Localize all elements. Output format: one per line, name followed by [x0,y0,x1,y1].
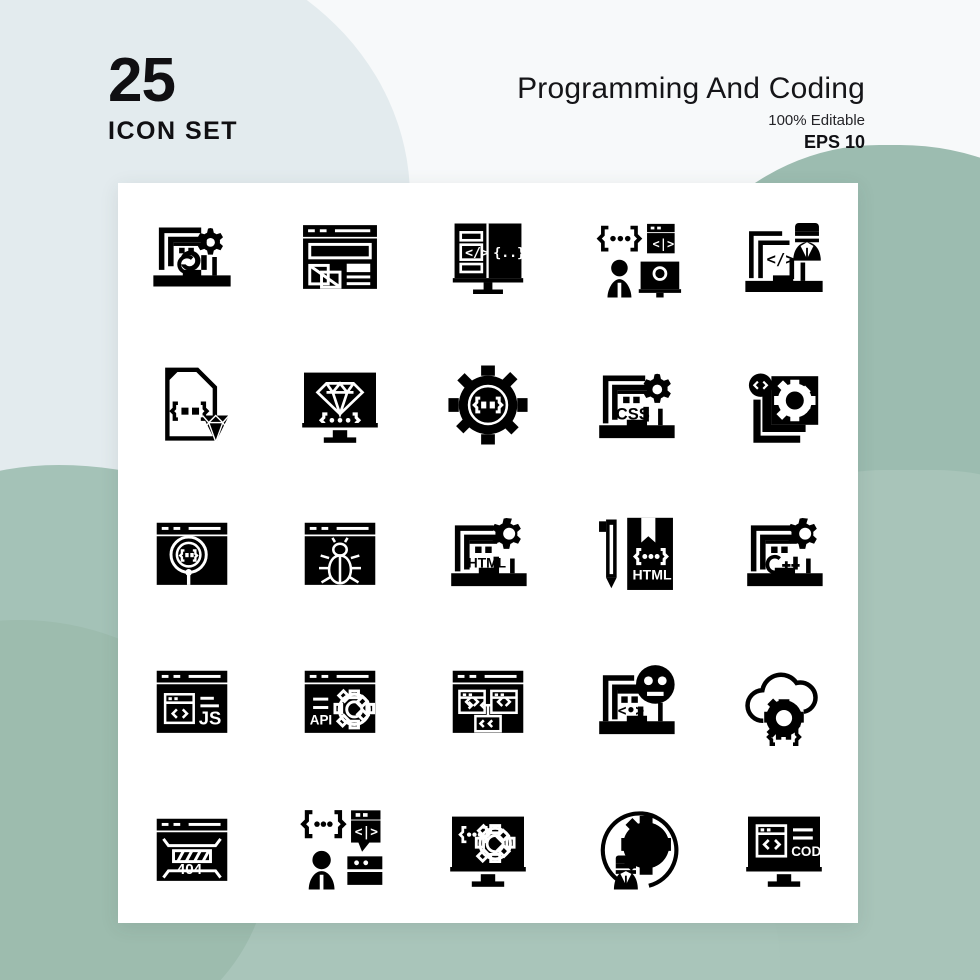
icon-cell-cloud-gear-code[interactable] [710,627,858,775]
laptop-css-gear-icon: CSS [599,373,675,439]
laptop-cplusplus-gear-icon [747,518,823,587]
icon-cell-laptop-robot-bot-code[interactable]: <•> [562,627,710,775]
browser-error-404-icon: 404 [156,818,228,881]
laptop-html-gear-icon: HTML [451,518,527,587]
icon-set-label: ICON SET [108,117,239,146]
header-right-group: Programming And Coding 100% Editable EPS… [517,72,865,153]
svg-text:JS: JS [199,708,222,729]
icon-cell-code-layers-gear[interactable] [710,331,858,479]
browser-code-structure-tree-icon [452,670,524,733]
code-file-diamond-icon [165,367,230,445]
svg-text:API: API [310,713,332,728]
icon-cell-laptop-html-gear[interactable]: HTML [414,479,562,627]
editable-note: 100% Editable [768,112,865,129]
svg-text:CODE: CODE [791,844,829,859]
icon-cell-browser-error-404[interactable]: 404 [118,775,266,923]
icon-grid: </> {..} <|> </> CSS HTML HTML JS API <•… [118,183,858,923]
developer-person-monitor-code-icon: <|> [596,223,682,298]
icon-cell-laptop-cplusplus-gear[interactable] [710,479,858,627]
icon-cell-code-file-diamond[interactable] [118,331,266,479]
monitor-code-window-icon: CODE [746,816,829,887]
eps-version: EPS 10 [803,132,865,152]
icon-cell-browser-bug-debug[interactable] [266,479,414,627]
icon-cell-developer-person-monitor-code[interactable]: <|> [562,183,710,331]
laptop-c-language-gear-icon [153,227,231,287]
code-layers-gear-icon [748,373,819,443]
browser-api-gear-icon: API [304,670,376,733]
svg-text:<|>: <|> [355,825,379,840]
user-code-chat-support-icon: <|> [300,810,383,890]
svg-text:</>: </> [465,246,489,261]
icon-cell-engineer-gear-support[interactable] [562,775,710,923]
browser-search-code-icon [156,522,228,585]
icon-cell-html-book-pen[interactable]: HTML [562,479,710,627]
svg-text:404: 404 [177,861,203,878]
browser-javascript-js-icon: JS [156,670,228,733]
icon-cell-monitor-split-code[interactable]: </> {..} [414,183,562,331]
page-title: Programming And Coding [517,72,865,105]
cloud-gear-code-icon [745,672,818,746]
poster-header: 25 ICON SET Programming And Coding 100% … [0,0,980,180]
icon-cell-browser-search-code[interactable] [118,479,266,627]
icon-cell-monitor-code-window[interactable]: CODE [710,775,858,923]
html-book-pen-icon: HTML [599,517,673,590]
svg-text:{..}: {..} [493,246,525,261]
engineer-gear-support-icon [600,811,679,890]
icon-cell-monitor-code-gear-settings[interactable] [414,775,562,923]
monitor-diamond-code-icon [302,372,378,443]
web-page-layout-browser-icon [303,225,377,289]
svg-text:HTML: HTML [632,566,671,582]
icon-grid-card: </> {..} <|> </> CSS HTML HTML JS API <•… [118,183,858,923]
icon-cell-gear-code-settings[interactable] [414,331,562,479]
icon-cell-browser-code-structure-tree[interactable] [414,627,562,775]
monitor-split-code-brackets-icon: </> {..} [452,223,525,294]
laptop-code-programmer-icon: </> [745,222,823,292]
icon-count: 25 [108,46,176,115]
header-left-group: 25 ICON SET [108,46,239,146]
icon-cell-laptop-code-programmer[interactable]: </> [710,183,858,331]
svg-text:<|>: <|> [653,237,675,251]
icon-cell-user-code-chat-support[interactable]: <|> [266,775,414,923]
icon-cell-monitor-diamond-code[interactable] [266,331,414,479]
browser-bug-debug-icon [304,522,376,585]
icon-cell-laptop-c-language-gear[interactable] [118,183,266,331]
poster-canvas: 25 ICON SET Programming And Coding 100% … [0,0,980,980]
monitor-code-gear-settings-icon [450,816,526,887]
icon-cell-laptop-css-gear[interactable]: CSS [562,331,710,479]
icon-cell-browser-javascript[interactable]: JS [118,627,266,775]
icon-cell-browser-api-gear[interactable]: API [266,627,414,775]
gear-code-settings-icon [448,365,528,445]
laptop-robot-bot-code-icon: <•> [599,665,675,735]
icon-cell-web-page-layout-browser[interactable] [266,183,414,331]
